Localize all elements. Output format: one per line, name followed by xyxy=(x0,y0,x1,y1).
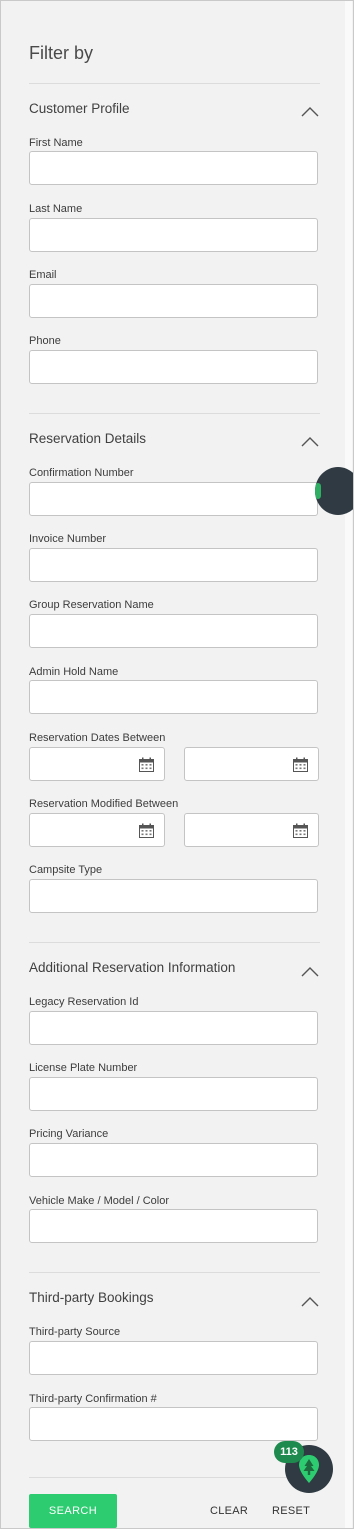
panel-title: Filter by xyxy=(29,43,94,63)
reset-button[interactable]: RESET xyxy=(272,1501,310,1521)
divider xyxy=(29,83,320,84)
reservation-dates-start[interactable] xyxy=(29,747,165,781)
admin-hold-name-label: Admin Hold Name xyxy=(29,666,119,678)
divider xyxy=(29,1272,320,1273)
calendar-icon[interactable] xyxy=(293,757,308,772)
calendar-icon[interactable] xyxy=(139,757,154,772)
chevron-up-icon[interactable] xyxy=(301,966,319,978)
reservation-dates-end[interactable] xyxy=(184,747,319,781)
section-title-reservation-details: Reservation Details xyxy=(29,431,147,446)
notification-badge: 113 xyxy=(274,1441,304,1463)
third-party-source-label: Third-party Source xyxy=(29,1326,121,1338)
first-name-input[interactable] xyxy=(29,151,318,185)
first-name-label: First Name xyxy=(29,137,83,149)
phone-input[interactable] xyxy=(29,350,318,384)
calendar-icon[interactable] xyxy=(139,823,154,838)
last-name-input[interactable] xyxy=(29,218,318,252)
confirmation-number-label: Confirmation Number xyxy=(29,467,134,479)
reservation-modified-start[interactable] xyxy=(29,813,165,847)
invoice-number-input[interactable] xyxy=(29,548,318,582)
reservation-modified-end[interactable] xyxy=(184,813,319,847)
calendar-icon[interactable] xyxy=(293,823,308,838)
vehicle-label: Vehicle Make / Model / Color xyxy=(29,1195,170,1207)
email-label: Email xyxy=(29,269,57,281)
chevron-up-icon[interactable] xyxy=(301,436,319,448)
campsite-type-input[interactable] xyxy=(29,879,318,913)
legacy-reservation-id-input[interactable] xyxy=(29,1011,318,1045)
pricing-variance-label: Pricing Variance xyxy=(29,1128,109,1140)
scrollbar-track[interactable] xyxy=(345,1,352,1528)
third-party-confirmation-label: Third-party Confirmation # xyxy=(29,1393,157,1405)
pricing-variance-input[interactable] xyxy=(29,1143,318,1177)
section-title-customer-profile: Customer Profile xyxy=(29,101,130,116)
confirmation-number-input[interactable] xyxy=(29,482,318,516)
legacy-reservation-id-label: Legacy Reservation Id xyxy=(29,996,139,1008)
group-reservation-name-input[interactable] xyxy=(29,614,318,648)
divider xyxy=(29,942,320,943)
floating-widget-edge[interactable] xyxy=(315,467,353,515)
group-reservation-name-label: Group Reservation Name xyxy=(29,599,154,611)
divider xyxy=(29,413,320,414)
reservation-dates-label: Reservation Dates Between xyxy=(29,732,166,744)
chevron-up-icon[interactable] xyxy=(301,1296,319,1308)
admin-hold-name-input[interactable] xyxy=(29,680,318,714)
third-party-source-input[interactable] xyxy=(29,1341,318,1375)
chevron-up-icon[interactable] xyxy=(301,106,319,118)
invoice-number-label: Invoice Number xyxy=(29,533,107,545)
license-plate-number-input[interactable] xyxy=(29,1077,318,1111)
email-input[interactable] xyxy=(29,284,318,318)
phone-label: Phone xyxy=(29,335,61,347)
clear-button[interactable]: CLEAR xyxy=(210,1501,248,1521)
section-title-third-party: Third-party Bookings xyxy=(29,1290,154,1305)
third-party-confirmation-input[interactable] xyxy=(29,1407,318,1441)
license-plate-number-label: License Plate Number xyxy=(29,1062,138,1074)
divider xyxy=(29,1477,320,1478)
vehicle-input[interactable] xyxy=(29,1209,318,1243)
search-button[interactable]: SEARCH xyxy=(29,1494,117,1528)
campsite-type-label: Campsite Type xyxy=(29,864,103,876)
filter-panel: Filter by Customer Profile First Name La… xyxy=(0,0,354,1529)
section-title-additional-info: Additional Reservation Information xyxy=(29,960,236,975)
reservation-modified-label: Reservation Modified Between xyxy=(29,798,179,810)
last-name-label: Last Name xyxy=(29,203,83,215)
